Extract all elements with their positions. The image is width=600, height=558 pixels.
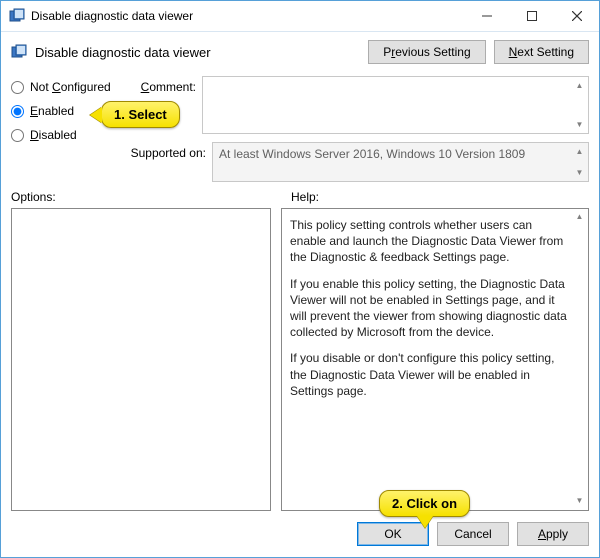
policy-icon (9, 8, 25, 24)
dialog-footer: OK Cancel Apply (1, 511, 599, 557)
chevron-up-icon[interactable]: ▲ (572, 210, 587, 225)
callout-tail-icon (90, 107, 102, 123)
close-icon (572, 11, 582, 21)
config-right-column: Comment: ▲ ▼ Supported on: At least Wind… (126, 76, 589, 182)
options-label: Options: (11, 190, 291, 204)
radio-enabled-input[interactable] (11, 105, 24, 118)
radio-disabled-input[interactable] (11, 129, 24, 142)
panels: This policy setting controls whether use… (1, 208, 599, 511)
annotation-click-on: 2. Click on (379, 490, 470, 517)
radio-not-configured-input[interactable] (11, 81, 24, 94)
maximize-button[interactable] (509, 1, 554, 31)
config-area: Not Configured Enabled Disabled Comment:… (1, 72, 599, 182)
chevron-down-icon[interactable]: ▼ (572, 494, 587, 509)
close-button[interactable] (554, 1, 599, 31)
policy-icon (11, 44, 27, 60)
annotation-select: 1. Select (101, 101, 180, 128)
options-panel (11, 208, 271, 511)
previous-setting-button[interactable]: Previous Setting (368, 40, 485, 64)
cancel-button[interactable]: Cancel (437, 522, 509, 546)
help-paragraph: This policy setting controls whether use… (290, 217, 568, 266)
window-title: Disable diagnostic data viewer (31, 9, 464, 23)
comment-input[interactable]: ▲ ▼ (202, 76, 589, 134)
maximize-icon (527, 11, 537, 21)
help-panel: This policy setting controls whether use… (281, 208, 589, 511)
chevron-up-icon[interactable]: ▲ (572, 78, 587, 93)
chevron-up-icon[interactable]: ▲ (572, 144, 587, 159)
policy-name: Disable diagnostic data viewer (35, 45, 360, 60)
supported-row: Supported on: At least Windows Server 20… (126, 142, 589, 182)
state-radio-group: Not Configured Enabled Disabled (11, 76, 126, 182)
chevron-down-icon[interactable]: ▼ (572, 117, 587, 132)
supported-on-box: At least Windows Server 2016, Windows 10… (212, 142, 589, 182)
supported-on-text: At least Windows Server 2016, Windows 10… (219, 147, 525, 161)
help-paragraph: If you enable this policy setting, the D… (290, 276, 568, 341)
apply-button[interactable]: Apply (517, 522, 589, 546)
policy-editor-window: Disable diagnostic data viewer Disable d… (0, 0, 600, 558)
radio-not-configured[interactable]: Not Configured (11, 80, 126, 94)
callout-tail-icon (417, 516, 433, 528)
next-setting-button[interactable]: Next Setting (494, 40, 589, 64)
help-paragraph: If you disable or don't configure this p… (290, 350, 568, 399)
minimize-icon (482, 11, 492, 21)
minimize-button[interactable] (464, 1, 509, 31)
titlebar: Disable diagnostic data viewer (1, 1, 599, 32)
comment-row: Comment: ▲ ▼ (126, 76, 589, 134)
help-label: Help: (291, 190, 319, 204)
chevron-down-icon[interactable]: ▼ (572, 165, 587, 180)
header-row: Disable diagnostic data viewer Previous … (1, 32, 599, 72)
supported-label: Supported on: (126, 142, 206, 160)
panels-labels: Options: Help: (1, 182, 599, 208)
radio-disabled[interactable]: Disabled (11, 128, 126, 142)
comment-label: Comment: (126, 76, 196, 94)
